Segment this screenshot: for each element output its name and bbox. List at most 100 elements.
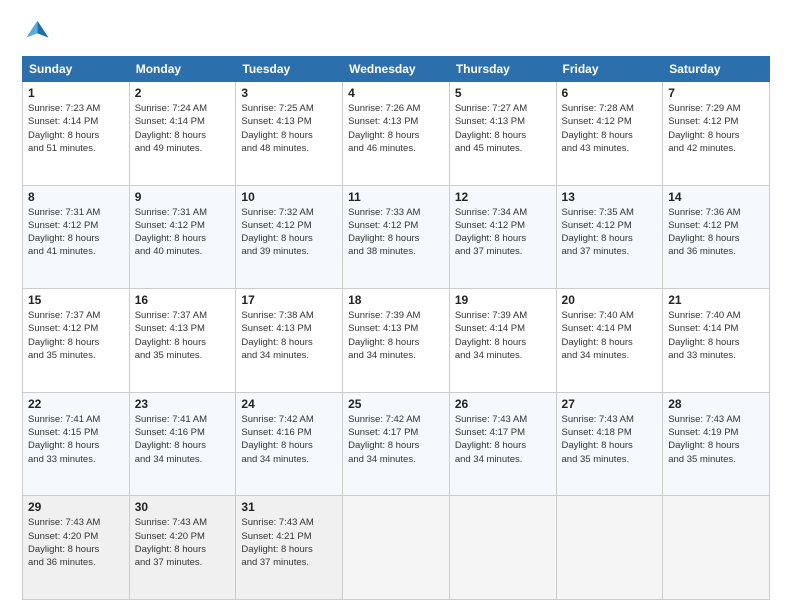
- day-number: 15: [28, 293, 124, 307]
- day-number: 14: [668, 190, 764, 204]
- day-cell: 21 Sunrise: 7:40 AM Sunset: 4:14 PM Dayl…: [663, 289, 770, 393]
- week-row-2: 8 Sunrise: 7:31 AM Sunset: 4:12 PM Dayli…: [23, 185, 770, 289]
- day-number: 16: [135, 293, 231, 307]
- col-header-thursday: Thursday: [449, 57, 556, 82]
- day-number: 30: [135, 500, 231, 514]
- day-info: Sunrise: 7:34 AM Sunset: 4:12 PM Dayligh…: [455, 206, 551, 259]
- day-number: 6: [562, 86, 658, 100]
- day-info: Sunrise: 7:29 AM Sunset: 4:12 PM Dayligh…: [668, 102, 764, 155]
- day-info: Sunrise: 7:31 AM Sunset: 4:12 PM Dayligh…: [135, 206, 231, 259]
- day-number: 7: [668, 86, 764, 100]
- day-info: Sunrise: 7:36 AM Sunset: 4:12 PM Dayligh…: [668, 206, 764, 259]
- day-cell: 19 Sunrise: 7:39 AM Sunset: 4:14 PM Dayl…: [449, 289, 556, 393]
- day-info: Sunrise: 7:38 AM Sunset: 4:13 PM Dayligh…: [241, 309, 337, 362]
- day-number: 28: [668, 397, 764, 411]
- day-cell: 13 Sunrise: 7:35 AM Sunset: 4:12 PM Dayl…: [556, 185, 663, 289]
- day-cell: 1 Sunrise: 7:23 AM Sunset: 4:14 PM Dayli…: [23, 82, 130, 186]
- day-cell: 16 Sunrise: 7:37 AM Sunset: 4:13 PM Dayl…: [129, 289, 236, 393]
- day-number: 17: [241, 293, 337, 307]
- day-info: Sunrise: 7:28 AM Sunset: 4:12 PM Dayligh…: [562, 102, 658, 155]
- day-cell: [556, 496, 663, 600]
- day-cell: 3 Sunrise: 7:25 AM Sunset: 4:13 PM Dayli…: [236, 82, 343, 186]
- col-header-tuesday: Tuesday: [236, 57, 343, 82]
- day-cell: 14 Sunrise: 7:36 AM Sunset: 4:12 PM Dayl…: [663, 185, 770, 289]
- day-info: Sunrise: 7:37 AM Sunset: 4:12 PM Dayligh…: [28, 309, 124, 362]
- week-row-1: 1 Sunrise: 7:23 AM Sunset: 4:14 PM Dayli…: [23, 82, 770, 186]
- col-header-wednesday: Wednesday: [343, 57, 450, 82]
- day-cell: 29 Sunrise: 7:43 AM Sunset: 4:20 PM Dayl…: [23, 496, 130, 600]
- day-info: Sunrise: 7:43 AM Sunset: 4:19 PM Dayligh…: [668, 413, 764, 466]
- day-info: Sunrise: 7:23 AM Sunset: 4:14 PM Dayligh…: [28, 102, 124, 155]
- day-cell: 8 Sunrise: 7:31 AM Sunset: 4:12 PM Dayli…: [23, 185, 130, 289]
- day-info: Sunrise: 7:31 AM Sunset: 4:12 PM Dayligh…: [28, 206, 124, 259]
- day-number: 9: [135, 190, 231, 204]
- day-number: 12: [455, 190, 551, 204]
- day-cell: 28 Sunrise: 7:43 AM Sunset: 4:19 PM Dayl…: [663, 392, 770, 496]
- day-cell: 12 Sunrise: 7:34 AM Sunset: 4:12 PM Dayl…: [449, 185, 556, 289]
- day-info: Sunrise: 7:43 AM Sunset: 4:20 PM Dayligh…: [28, 516, 124, 569]
- day-info: Sunrise: 7:41 AM Sunset: 4:15 PM Dayligh…: [28, 413, 124, 466]
- day-cell: 31 Sunrise: 7:43 AM Sunset: 4:21 PM Dayl…: [236, 496, 343, 600]
- day-info: Sunrise: 7:35 AM Sunset: 4:12 PM Dayligh…: [562, 206, 658, 259]
- logo: [22, 18, 54, 46]
- day-info: Sunrise: 7:42 AM Sunset: 4:16 PM Dayligh…: [241, 413, 337, 466]
- day-number: 23: [135, 397, 231, 411]
- day-number: 27: [562, 397, 658, 411]
- day-info: Sunrise: 7:43 AM Sunset: 4:21 PM Dayligh…: [241, 516, 337, 569]
- col-header-monday: Monday: [129, 57, 236, 82]
- day-info: Sunrise: 7:37 AM Sunset: 4:13 PM Dayligh…: [135, 309, 231, 362]
- day-info: Sunrise: 7:42 AM Sunset: 4:17 PM Dayligh…: [348, 413, 444, 466]
- day-info: Sunrise: 7:43 AM Sunset: 4:17 PM Dayligh…: [455, 413, 551, 466]
- day-info: Sunrise: 7:40 AM Sunset: 4:14 PM Dayligh…: [562, 309, 658, 362]
- day-cell: 11 Sunrise: 7:33 AM Sunset: 4:12 PM Dayl…: [343, 185, 450, 289]
- day-number: 8: [28, 190, 124, 204]
- day-number: 4: [348, 86, 444, 100]
- day-cell: 9 Sunrise: 7:31 AM Sunset: 4:12 PM Dayli…: [129, 185, 236, 289]
- day-number: 29: [28, 500, 124, 514]
- day-info: Sunrise: 7:27 AM Sunset: 4:13 PM Dayligh…: [455, 102, 551, 155]
- day-cell: 30 Sunrise: 7:43 AM Sunset: 4:20 PM Dayl…: [129, 496, 236, 600]
- day-cell: 2 Sunrise: 7:24 AM Sunset: 4:14 PM Dayli…: [129, 82, 236, 186]
- day-number: 20: [562, 293, 658, 307]
- day-cell: 4 Sunrise: 7:26 AM Sunset: 4:13 PM Dayli…: [343, 82, 450, 186]
- day-cell: 27 Sunrise: 7:43 AM Sunset: 4:18 PM Dayl…: [556, 392, 663, 496]
- day-cell: 17 Sunrise: 7:38 AM Sunset: 4:13 PM Dayl…: [236, 289, 343, 393]
- day-cell: 25 Sunrise: 7:42 AM Sunset: 4:17 PM Dayl…: [343, 392, 450, 496]
- day-number: 25: [348, 397, 444, 411]
- day-info: Sunrise: 7:43 AM Sunset: 4:18 PM Dayligh…: [562, 413, 658, 466]
- day-info: Sunrise: 7:40 AM Sunset: 4:14 PM Dayligh…: [668, 309, 764, 362]
- day-cell: 6 Sunrise: 7:28 AM Sunset: 4:12 PM Dayli…: [556, 82, 663, 186]
- day-number: 26: [455, 397, 551, 411]
- week-row-3: 15 Sunrise: 7:37 AM Sunset: 4:12 PM Dayl…: [23, 289, 770, 393]
- day-number: 18: [348, 293, 444, 307]
- day-info: Sunrise: 7:41 AM Sunset: 4:16 PM Dayligh…: [135, 413, 231, 466]
- day-cell: 15 Sunrise: 7:37 AM Sunset: 4:12 PM Dayl…: [23, 289, 130, 393]
- day-info: Sunrise: 7:33 AM Sunset: 4:12 PM Dayligh…: [348, 206, 444, 259]
- day-cell: [449, 496, 556, 600]
- calendar-table: SundayMondayTuesdayWednesdayThursdayFrid…: [22, 56, 770, 600]
- day-number: 21: [668, 293, 764, 307]
- day-cell: 22 Sunrise: 7:41 AM Sunset: 4:15 PM Dayl…: [23, 392, 130, 496]
- calendar-header-row: SundayMondayTuesdayWednesdayThursdayFrid…: [23, 57, 770, 82]
- day-cell: 7 Sunrise: 7:29 AM Sunset: 4:12 PM Dayli…: [663, 82, 770, 186]
- day-number: 1: [28, 86, 124, 100]
- day-cell: 5 Sunrise: 7:27 AM Sunset: 4:13 PM Dayli…: [449, 82, 556, 186]
- logo-icon: [22, 18, 50, 46]
- col-header-friday: Friday: [556, 57, 663, 82]
- day-cell: [343, 496, 450, 600]
- day-info: Sunrise: 7:25 AM Sunset: 4:13 PM Dayligh…: [241, 102, 337, 155]
- day-info: Sunrise: 7:26 AM Sunset: 4:13 PM Dayligh…: [348, 102, 444, 155]
- day-info: Sunrise: 7:39 AM Sunset: 4:13 PM Dayligh…: [348, 309, 444, 362]
- day-number: 19: [455, 293, 551, 307]
- day-number: 5: [455, 86, 551, 100]
- week-row-5: 29 Sunrise: 7:43 AM Sunset: 4:20 PM Dayl…: [23, 496, 770, 600]
- day-info: Sunrise: 7:24 AM Sunset: 4:14 PM Dayligh…: [135, 102, 231, 155]
- day-info: Sunrise: 7:32 AM Sunset: 4:12 PM Dayligh…: [241, 206, 337, 259]
- day-cell: 26 Sunrise: 7:43 AM Sunset: 4:17 PM Dayl…: [449, 392, 556, 496]
- day-number: 13: [562, 190, 658, 204]
- day-number: 31: [241, 500, 337, 514]
- day-number: 2: [135, 86, 231, 100]
- day-number: 3: [241, 86, 337, 100]
- day-number: 10: [241, 190, 337, 204]
- col-header-saturday: Saturday: [663, 57, 770, 82]
